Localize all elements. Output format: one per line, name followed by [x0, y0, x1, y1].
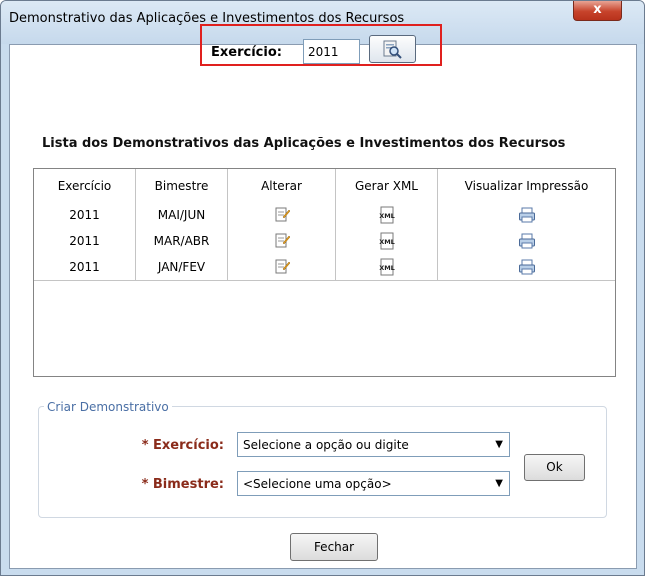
create-bimestre-value: <Selecione uma opção> — [243, 477, 392, 491]
filter-exercicio-label: Exercício: — [211, 45, 282, 60]
column-header-exercicio[interactable]: Exercício — [34, 169, 136, 202]
fechar-button[interactable]: Fechar — [290, 533, 378, 561]
create-exercicio-value: Selecione a opção ou digite — [243, 438, 409, 452]
printer-icon — [518, 259, 535, 275]
cell-exercicio: 2011 — [34, 202, 136, 228]
create-exercicio-combobox[interactable]: Selecione a opção ou digite ▼ — [237, 432, 510, 457]
list-title: Lista dos Demonstrativos das Aplicações … — [42, 136, 566, 151]
svg-text:XML: XML — [379, 212, 395, 220]
cell-bimestre: MAI/JUN — [136, 202, 228, 228]
search-button[interactable] — [369, 35, 416, 63]
printer-icon — [518, 233, 535, 249]
criar-demonstrativo-group — [38, 406, 607, 518]
filter-exercicio-input[interactable] — [303, 39, 360, 64]
gerar-xml-button[interactable]: XML — [336, 202, 438, 228]
gerar-xml-button[interactable]: XML — [336, 228, 438, 254]
alterar-button[interactable] — [228, 228, 336, 254]
xml-file-icon: XML — [379, 206, 395, 224]
printer-icon — [518, 207, 535, 223]
cell-exercicio: 2011 — [34, 254, 136, 280]
chevron-down-icon[interactable]: ▼ — [495, 478, 503, 489]
column-header-visualizar[interactable]: Visualizar Impressão — [438, 169, 615, 202]
cell-bimestre: MAR/ABR — [136, 228, 228, 254]
cell-bimestre: JAN/FEV — [136, 254, 228, 280]
create-bimestre-label: * Bimestre: — [141, 477, 224, 492]
search-icon — [383, 40, 402, 59]
criar-demonstrativo-legend: Criar Demonstrativo — [44, 400, 172, 414]
alterar-button[interactable] — [228, 254, 336, 280]
create-bimestre-select[interactable]: <Selecione uma opção> ▼ — [237, 471, 510, 496]
column-header-alterar[interactable]: Alterar — [228, 169, 336, 202]
visualizar-impressao-button[interactable] — [438, 228, 615, 254]
visualizar-impressao-button[interactable] — [438, 202, 615, 228]
cell-exercicio: 2011 — [34, 228, 136, 254]
ok-button[interactable]: Ok — [524, 454, 585, 481]
xml-file-icon: XML — [379, 232, 395, 250]
alterar-button[interactable] — [228, 202, 336, 228]
table-row[interactable]: 2011 JAN/FEV XML — [34, 254, 615, 281]
table-row[interactable]: 2011 MAR/ABR XML — [34, 228, 615, 255]
edit-icon — [275, 259, 290, 274]
close-window-button[interactable]: x — [573, 1, 622, 21]
svg-text:XML: XML — [379, 238, 395, 246]
edit-icon — [275, 207, 290, 222]
demonstrativos-table: Exercício Bimestre Alterar Gerar XML Vis… — [33, 168, 616, 377]
column-header-gerar-xml[interactable]: Gerar XML — [336, 169, 438, 202]
svg-text:XML: XML — [379, 264, 395, 272]
table-row[interactable]: 2011 MAI/JUN XML — [34, 202, 615, 229]
xml-file-icon: XML — [379, 258, 395, 276]
column-header-bimestre[interactable]: Bimestre — [136, 169, 228, 202]
chevron-down-icon[interactable]: ▼ — [495, 439, 503, 450]
gerar-xml-button[interactable]: XML — [336, 254, 438, 280]
edit-icon — [275, 233, 290, 248]
create-exercicio-label: * Exercício: — [141, 438, 224, 453]
table-header: Exercício Bimestre Alterar Gerar XML Vis… — [34, 169, 615, 203]
visualizar-impressao-button[interactable] — [438, 254, 615, 280]
